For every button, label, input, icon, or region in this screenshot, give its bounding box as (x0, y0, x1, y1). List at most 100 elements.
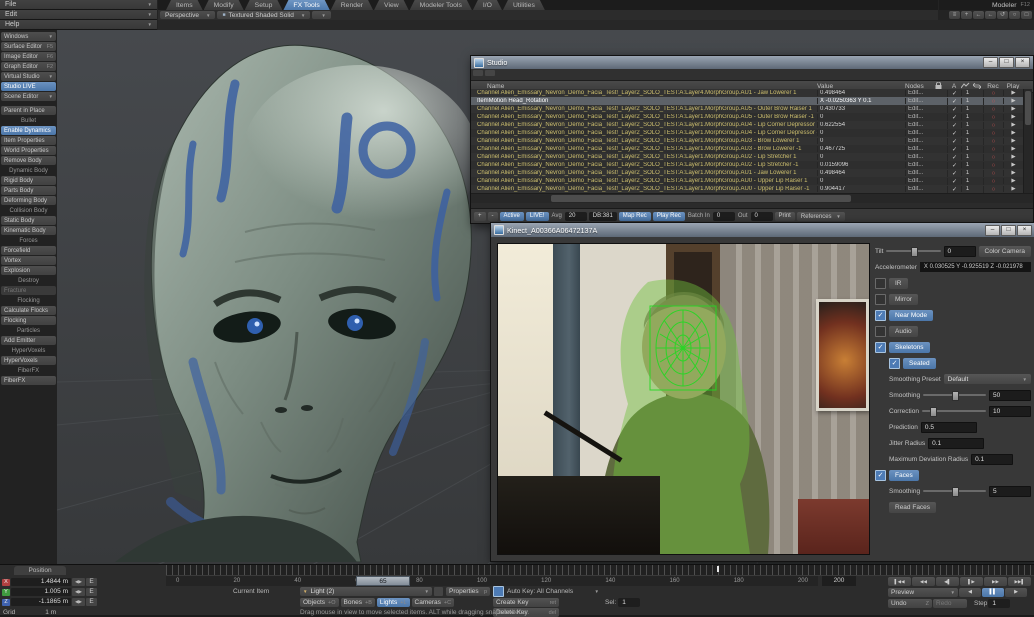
active-check-icon[interactable]: ✓ (947, 186, 961, 193)
channel-row[interactable]: Channel Alien_Emissary_Nevron_Demo_Facia… (471, 105, 1023, 113)
nodes-edit-button[interactable]: Edit... (905, 98, 935, 104)
play-icon[interactable]: ▶ (1003, 106, 1023, 112)
record-icon[interactable]: ○ (983, 138, 1003, 145)
sidebar-item[interactable]: FiberFX ▼ (1, 376, 56, 385)
pan-icon[interactable]: ← (973, 11, 984, 19)
play-icon[interactable]: ▶ (1003, 146, 1023, 152)
auto-key-toggle[interactable]: ✓ Auto Key: All Channels ▼ (493, 587, 599, 596)
sidebar-item[interactable]: Item Properties ▼ (1, 136, 56, 145)
nodes-edit-button[interactable]: Edit... (905, 178, 935, 184)
sidebar-item[interactable]: Dynamic Body ▼ (1, 166, 56, 175)
x-position-field[interactable]: 1.4844 m (11, 578, 71, 586)
studio-tool-button[interactable] (485, 70, 495, 76)
active-toggle[interactable]: Active (500, 212, 524, 221)
channel-row[interactable]: Channel Alien_Emissary_Nevron_Demo_Facia… (471, 177, 1023, 185)
frame-step-button[interactable]: ▶▶ (984, 577, 1007, 586)
smoothing-slider[interactable] (923, 394, 986, 396)
sidebar-item[interactable]: Static Body ▼ (1, 216, 56, 225)
item-type-button[interactable]: Cameras +C (412, 598, 455, 607)
channel-row[interactable]: Channel Alien_Emissary_Nevron_Demo_Facia… (471, 113, 1023, 121)
view-mode-dropdown[interactable]: Perspective ▼ (160, 11, 215, 19)
sidebar-item[interactable]: Graph Editor F2 ▼ (1, 62, 56, 71)
scrollbar-thumb[interactable] (1025, 91, 1031, 125)
active-check-icon[interactable]: ✓ (947, 98, 961, 105)
record-icon[interactable]: ○ (983, 90, 1003, 97)
tab[interactable]: Setup (245, 0, 283, 10)
sidebar-item[interactable]: HyperVoxels ▼ (1, 346, 56, 355)
active-check-icon[interactable]: ✓ (947, 154, 961, 161)
horizontal-scrollbar[interactable] (471, 193, 1033, 203)
scrollbar-thumb[interactable] (551, 195, 851, 202)
frame-step-button[interactable]: ▌◀◀ (888, 577, 911, 586)
y-stepper[interactable]: ◀▶ (72, 588, 85, 596)
sidebar-item[interactable]: Add Emitter ▼ (1, 336, 56, 345)
play-icon[interactable]: ▶ (1003, 178, 1023, 184)
active-check-icon[interactable]: ✓ (947, 122, 961, 129)
correction-slider[interactable] (922, 410, 986, 412)
nodes-edit-button[interactable]: Edit... (905, 162, 935, 168)
checkbox[interactable]: ✓ (875, 294, 886, 305)
play-icon[interactable]: ▶ (1003, 170, 1023, 176)
sidebar-item[interactable]: Parent in Place ▼ (1, 106, 56, 115)
play-icon[interactable]: ▶ (1003, 130, 1023, 136)
nodes-edit-button[interactable]: Edit... (905, 170, 935, 176)
record-icon[interactable]: ○ (983, 186, 1003, 193)
sidebar-item[interactable]: Deforming Body ▼ (1, 196, 56, 205)
toggle-button[interactable]: Mirror (889, 294, 918, 305)
faces-smoothing-slider[interactable] (923, 490, 986, 492)
item-type-button[interactable]: Bones +B (341, 598, 375, 607)
channel-row[interactable]: Channel Alien_Emissary_Nevron_Demo_Facia… (471, 129, 1023, 137)
nodes-edit-button[interactable]: Edit... (905, 130, 935, 136)
z-envelope-button[interactable]: E (86, 598, 97, 606)
active-check-icon[interactable]: ✓ (947, 162, 961, 169)
checkbox[interactable]: ✓ (875, 342, 886, 353)
record-icon[interactable]: ○ (983, 170, 1003, 177)
print-button[interactable]: Print (775, 212, 795, 221)
modeler-button[interactable]: Modeler F12 (939, 0, 1034, 10)
maximize-viewport-icon[interactable]: □ (1021, 11, 1032, 19)
active-check-icon[interactable]: ✓ (947, 178, 961, 185)
redo-button[interactable]: Redo (933, 599, 967, 608)
nodes-edit-button[interactable]: Edit... (905, 146, 935, 152)
sidebar-item[interactable]: Windows ▼ (1, 32, 56, 41)
properties-button[interactable]: Properties p (446, 587, 490, 596)
prediction-field[interactable]: 0.5 (921, 422, 977, 433)
close-button[interactable]: × (1015, 57, 1030, 68)
frame-step-button[interactable]: ◀▌ (936, 577, 959, 586)
checkbox[interactable]: ✓ (875, 310, 886, 321)
sidebar-item[interactable]: Scene Editor ▼ (1, 92, 56, 101)
checkbox[interactable]: ✓ (875, 278, 886, 289)
record-icon[interactable]: ○ (983, 130, 1003, 137)
faces-toggle[interactable]: Faces (889, 470, 919, 481)
sidebar-item[interactable]: Flocking ▼ (1, 316, 56, 325)
record-icon[interactable]: ○ (983, 106, 1003, 113)
play-icon[interactable]: ▶ (1003, 122, 1023, 128)
nodes-edit-button[interactable]: Edit... (905, 186, 935, 192)
tab[interactable]: Render (331, 0, 373, 10)
vertical-scrollbar[interactable] (1023, 89, 1032, 193)
sidebar-item[interactable]: Studio LIVE ▼ (1, 82, 56, 91)
tab[interactable]: View (374, 0, 409, 10)
channel-row[interactable]: Channel Alien_Emissary_Nevron_Demo_Facia… (471, 89, 1023, 97)
toggle-button[interactable]: Audio (889, 326, 918, 337)
add-button[interactable]: + (474, 212, 486, 221)
sidebar-item[interactable]: Destroy ▼ (1, 276, 56, 285)
tab[interactable]: Modify (204, 0, 244, 10)
batch-in-field[interactable]: 0 (713, 212, 735, 221)
zoom-icon[interactable]: ○ (1009, 11, 1020, 19)
sidebar-item[interactable]: Rigid Body ▼ (1, 176, 56, 185)
step-field[interactable]: 1 (988, 599, 1010, 608)
file-menu[interactable]: File ▼ (0, 0, 157, 10)
channel-row[interactable]: Channel Alien_Emissary_Nevron_Demo_Facia… (471, 153, 1023, 161)
sidebar-item[interactable]: Virtual Studio ▼ (1, 72, 56, 81)
frame-step-button[interactable]: ◀◀ (912, 577, 935, 586)
sidebar-item[interactable]: Kinematic Body ▼ (1, 226, 56, 235)
active-check-icon[interactable]: ✓ (947, 90, 961, 97)
out-field[interactable]: 0 (751, 212, 773, 221)
pan-edge-icon[interactable]: ← (985, 11, 996, 19)
nodes-edit-button[interactable]: Edit... (905, 122, 935, 128)
frame-slider[interactable]: 020406080100120140160180200 (166, 576, 818, 586)
play-icon[interactable]: ▶ (1003, 154, 1023, 160)
y-envelope-button[interactable]: E (86, 588, 97, 596)
record-icon[interactable]: ○ (983, 146, 1003, 153)
